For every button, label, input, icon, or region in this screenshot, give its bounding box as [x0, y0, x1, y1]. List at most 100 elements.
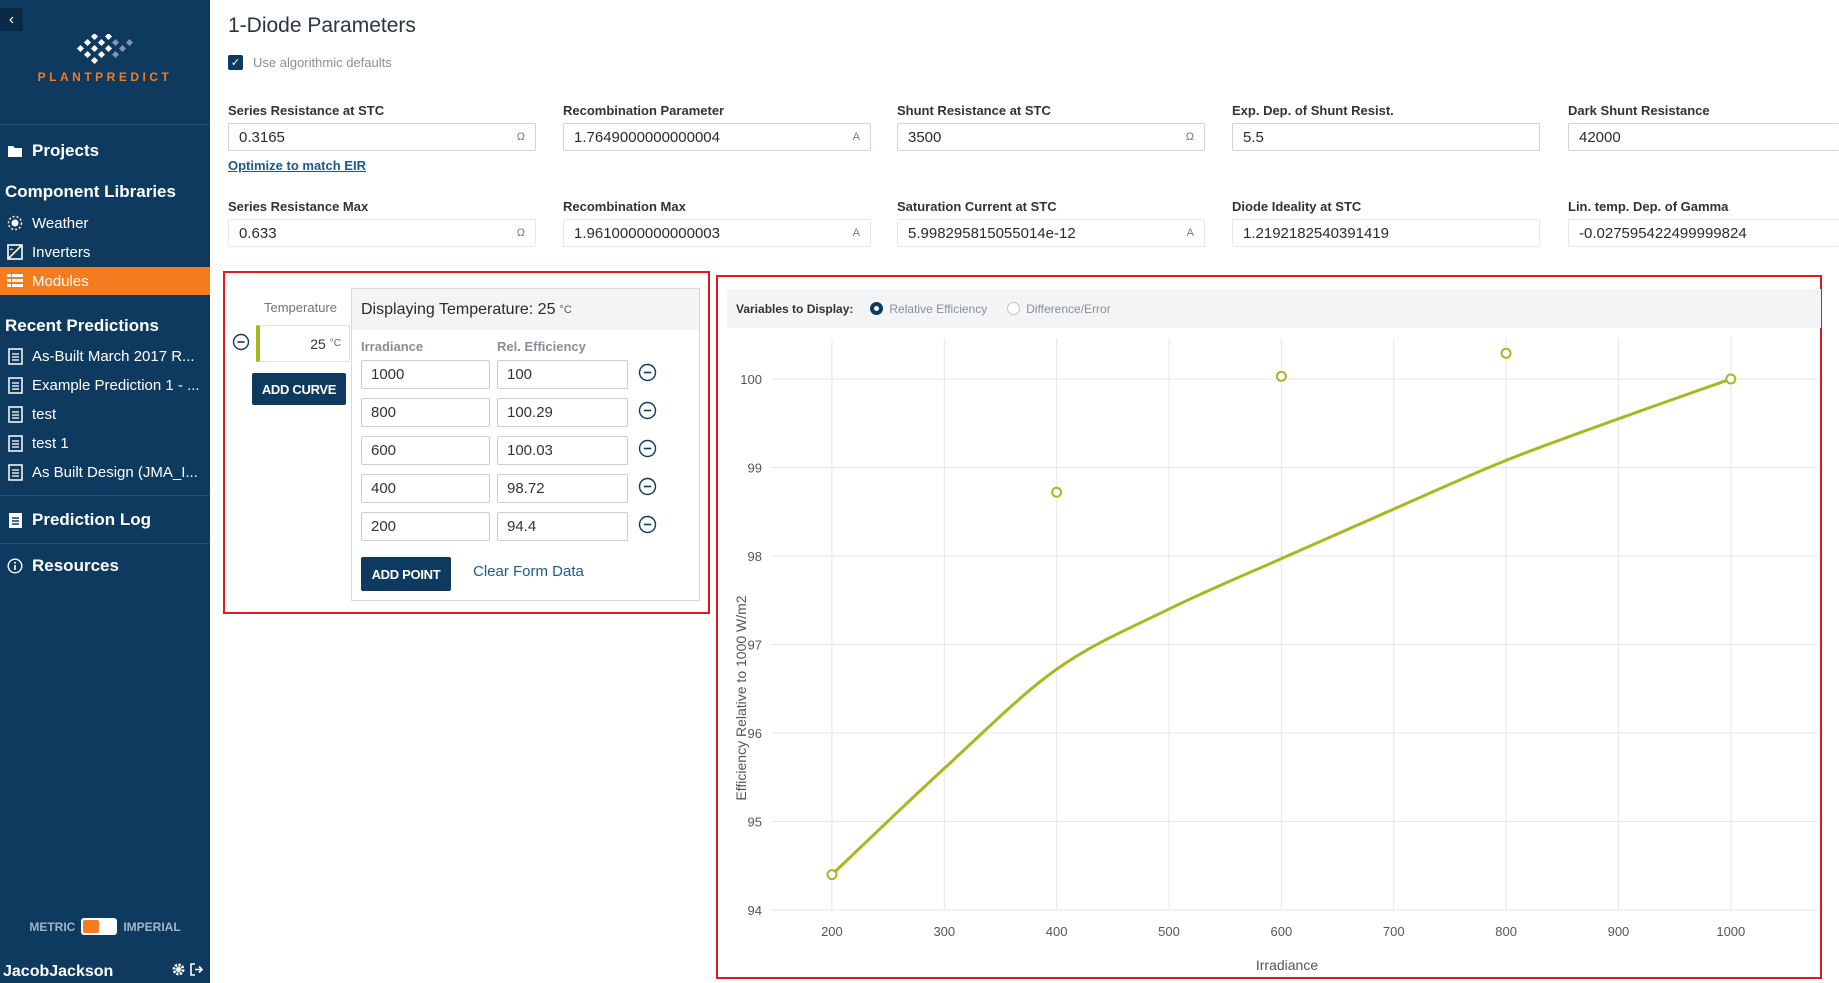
logo-diamond-icon — [76, 34, 134, 64]
displaying-temperature-label: Displaying Temperature: 25 — [361, 300, 556, 318]
nav-prediction-log[interactable]: Prediction Log — [0, 506, 210, 534]
clear-form-data-link[interactable]: Clear Form Data — [473, 563, 584, 580]
logout-icon[interactable] — [189, 962, 204, 982]
efficiency-input[interactable]: 100.03 — [497, 436, 628, 465]
chart-controls: Variables to Display: Relative Efficienc… — [727, 289, 1821, 328]
y-tick-label: 99 — [748, 460, 762, 475]
document-icon — [5, 376, 25, 394]
irradiance-input[interactable]: 600 — [361, 436, 490, 465]
remove-curve-icon[interactable] — [232, 333, 250, 356]
param-label: Saturation Current at STC — [897, 199, 1057, 214]
param-value: 1.9610000000000003 — [574, 224, 720, 242]
nav-modules[interactable]: Modules — [0, 267, 210, 295]
add-curve-button[interactable]: ADD CURVE — [252, 373, 346, 405]
irradiance-input[interactable]: 800 — [361, 398, 490, 427]
recent-prediction-label: As Built Design (JMA_I... — [32, 463, 198, 481]
recent-prediction-item[interactable]: As Built Design (JMA_I... — [0, 458, 210, 486]
data-point — [1275, 370, 1287, 382]
remove-point-icon[interactable] — [638, 439, 657, 463]
document-icon — [5, 405, 25, 423]
use-defaults-checkbox[interactable]: ✓ — [228, 55, 243, 70]
displaying-temperature-unit: °C — [559, 303, 572, 316]
remove-point-icon[interactable] — [638, 401, 657, 425]
param-value: 0.633 — [239, 224, 277, 242]
param-value: 1.7649000000000004 — [574, 128, 720, 146]
irradiance-input[interactable]: 200 — [361, 512, 490, 541]
param-diode-ideality: Diode Ideality at STC 1.2192182540391419 — [1232, 199, 1540, 247]
param-value: 1.2192182540391419 — [1243, 224, 1389, 242]
info-icon — [5, 558, 25, 574]
data-point — [1500, 347, 1512, 359]
param-label: Recombination Max — [563, 199, 686, 214]
param-value: -0.027595422499999824 — [1579, 224, 1747, 242]
efficiency-chart: 200 300 400 500 600 700 800 900 1000 94 95 96 97 98 99… — [733, 338, 1817, 973]
efficiency-input[interactable]: 100 — [497, 360, 628, 389]
radio-difference-error[interactable]: Difference/Error — [1007, 302, 1111, 316]
param-label: Diode Ideality at STC — [1232, 199, 1362, 214]
optimize-eir-link[interactable]: Optimize to match EIR — [228, 158, 366, 173]
efficiency-input[interactable]: 94.4 — [497, 512, 628, 541]
displaying-temperature-header: Displaying Temperature: 25 °C — [352, 289, 699, 330]
unit-toggle[interactable] — [81, 918, 118, 935]
remove-point-icon[interactable] — [638, 477, 657, 501]
remove-point-icon[interactable] — [638, 515, 657, 539]
data-point — [1725, 373, 1737, 385]
radio-unselected-icon — [1007, 302, 1021, 315]
nav-projects[interactable]: Projects — [0, 137, 210, 165]
chart-ticks: 200 300 400 500 600 700 800 900 1000 94 95 96 97 98 99… — [740, 372, 1745, 939]
nav-inverters[interactable]: Inverters — [0, 238, 210, 266]
variables-to-display-label: Variables to Display: — [736, 301, 854, 316]
efficiency-input[interactable]: 100.29 — [497, 398, 628, 427]
radio-relative-efficiency[interactable]: Relative Efficiency — [870, 302, 987, 316]
user-row: JacobJackson — [0, 960, 210, 983]
efficiency-input[interactable]: 98.72 — [497, 474, 628, 503]
nav-weather[interactable]: Weather — [0, 209, 210, 237]
x-axis-label: Irradiance — [1256, 957, 1318, 973]
param-value: 3500 — [908, 128, 942, 146]
x-tick-label: 900 — [1608, 924, 1630, 939]
collapse-sidebar-button[interactable]: ‹ — [0, 8, 23, 31]
irradiance-input[interactable]: 400 — [361, 474, 490, 503]
param-input[interactable]: 0.3165 Ω — [228, 123, 536, 151]
x-tick-label: 700 — [1383, 924, 1405, 939]
param-input[interactable]: 3500 Ω — [897, 123, 1205, 151]
param-unit: A — [1186, 227, 1194, 239]
document-icon — [5, 347, 25, 365]
divider — [0, 543, 210, 544]
y-tick-label: 94 — [748, 903, 762, 918]
temperature-value: 25 — [310, 335, 326, 352]
nav-weather-label: Weather — [32, 214, 89, 232]
param-input[interactable]: 5.5 — [1232, 123, 1540, 151]
param-unit: Ω — [516, 131, 525, 143]
temperature-curve-item[interactable]: 25 °C — [256, 325, 350, 362]
param-series-resistance-max: Series Resistance Max 0.633 Ω — [228, 199, 536, 247]
param-value: 5.5 — [1243, 128, 1264, 146]
sun-icon — [5, 215, 25, 231]
document-icon — [5, 434, 25, 452]
recent-prediction-item[interactable]: test — [0, 400, 210, 428]
nav-modules-label: Modules — [32, 272, 89, 290]
username: JacobJackson — [3, 962, 114, 980]
param-input[interactable]: 1.7649000000000004 A — [563, 123, 871, 151]
gear-icon[interactable] — [171, 962, 186, 982]
remove-point-icon[interactable] — [638, 363, 657, 387]
recent-prediction-item[interactable]: test 1 — [0, 429, 210, 457]
unit-toggle-row: METRIC IMPERIAL — [0, 918, 210, 935]
recent-prediction-item[interactable]: Example Prediction 1 - ... — [0, 371, 210, 399]
y-tick-label: 96 — [748, 726, 762, 741]
param-readonly-value: 1.9610000000000003 A — [563, 219, 871, 247]
nav-resources[interactable]: Resources — [0, 552, 210, 580]
module-grid-icon — [5, 274, 25, 288]
recent-prediction-item[interactable]: As-Built March 2017 R... — [0, 342, 210, 370]
x-tick-label: 800 — [1495, 924, 1517, 939]
param-readonly-value: 1.2192182540391419 — [1232, 219, 1540, 247]
radio-selected-icon — [870, 302, 884, 315]
logo: PLANTPREDICT — [0, 34, 210, 84]
component-libraries-heading: Component Libraries — [5, 182, 176, 201]
x-tick-label: 200 — [821, 924, 843, 939]
param-value: 42000 — [1579, 128, 1621, 146]
irradiance-input[interactable]: 1000 — [361, 360, 490, 389]
use-defaults-label: Use algorithmic defaults — [253, 55, 392, 70]
param-input[interactable]: 42000 — [1568, 123, 1839, 151]
add-point-button[interactable]: ADD POINT — [361, 557, 451, 591]
